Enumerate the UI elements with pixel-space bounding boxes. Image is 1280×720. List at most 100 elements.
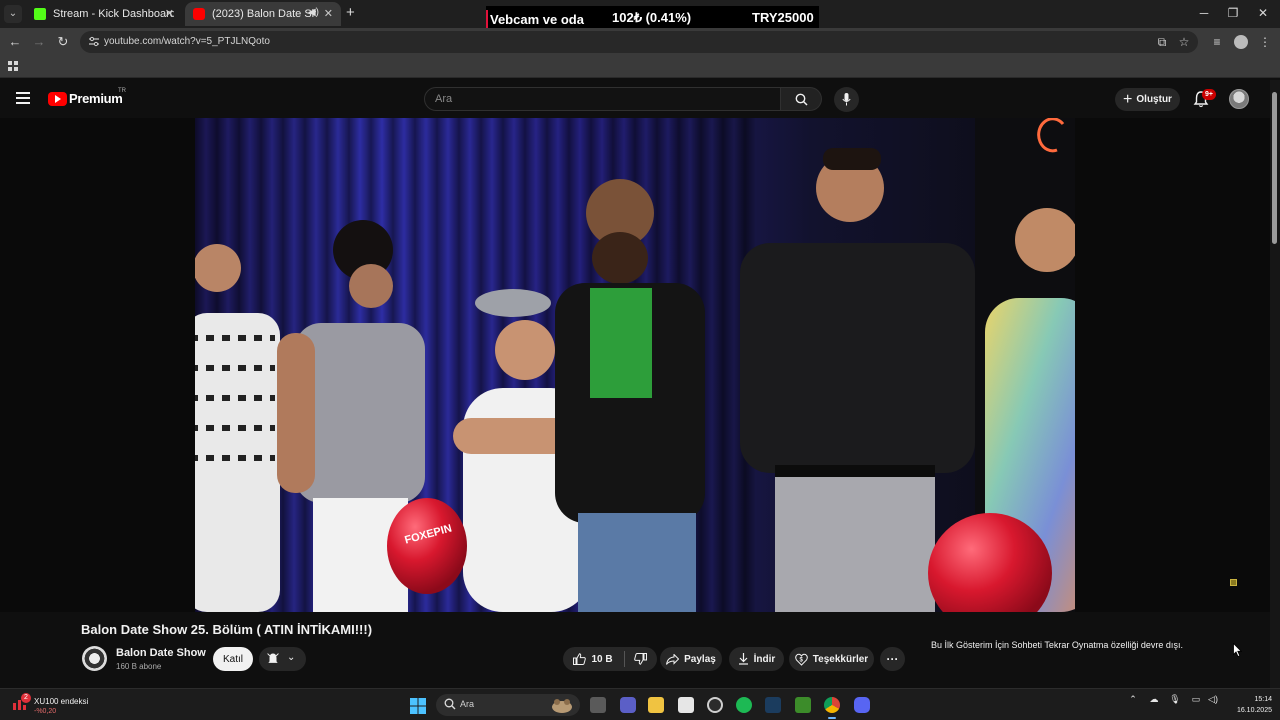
forward-button[interactable]: → bbox=[31, 35, 47, 49]
search-icon bbox=[444, 698, 456, 710]
subscription-bell-button[interactable]: ⌄ bbox=[259, 647, 306, 671]
youtube-header: Premium TR + Oluştur 9+ bbox=[0, 80, 1270, 118]
youtube-play-icon bbox=[48, 91, 67, 106]
widget-index-change: -%0,20 bbox=[34, 708, 57, 715]
more-actions-button[interactable]: ··· bbox=[880, 647, 905, 671]
minecraft-icon[interactable] bbox=[795, 697, 811, 713]
tab-youtube-video[interactable]: (2023) Balon Date Show 25. ◀) ✕ bbox=[185, 2, 341, 26]
chrome-menu-icon[interactable]: ⋮ bbox=[1258, 35, 1272, 49]
bell-icon bbox=[267, 653, 279, 663]
like-count[interactable]: 10 B bbox=[591, 654, 612, 665]
thumbs-down-icon[interactable] bbox=[633, 653, 647, 665]
teams-icon[interactable] bbox=[620, 697, 636, 713]
plus-icon: + bbox=[1123, 90, 1133, 108]
divider bbox=[623, 651, 625, 667]
system-clock[interactable]: 15:14 16.10.2025 bbox=[1228, 694, 1272, 716]
chrome-icon[interactable] bbox=[824, 697, 840, 719]
install-app-icon[interactable]: ⧉ bbox=[1155, 35, 1169, 49]
thumbs-up-icon[interactable] bbox=[573, 653, 587, 665]
tab-kick-dashboard[interactable]: Stream - Kick Dashboard ✕ bbox=[26, 2, 182, 26]
thanks-button[interactable]: $ Teşekkürler bbox=[789, 647, 874, 671]
bookmarks-bar bbox=[0, 56, 1280, 78]
tab-title: Stream - Kick Dashboard bbox=[53, 8, 174, 20]
tab-title: (2023) Balon Date Show 25. bbox=[212, 8, 316, 20]
network-icon[interactable]: ▭ bbox=[1189, 694, 1203, 705]
close-window-button[interactable]: ✕ bbox=[1253, 6, 1273, 20]
extension-badge-icon bbox=[1230, 579, 1237, 586]
country-code: TR bbox=[118, 88, 126, 94]
create-label: Oluştur bbox=[1136, 94, 1172, 105]
chevron-down-icon: ⌄ bbox=[287, 652, 296, 663]
discord-icon[interactable] bbox=[854, 697, 870, 713]
youtube-premium-logo[interactable]: Premium TR bbox=[48, 88, 126, 106]
guide-menu-icon[interactable] bbox=[16, 92, 30, 104]
bookmark-star-icon[interactable]: ☆ bbox=[1177, 35, 1191, 49]
notification-count-badge: 9+ bbox=[1202, 89, 1216, 100]
page-scrollbar-thumb[interactable] bbox=[1272, 92, 1277, 244]
search-box bbox=[424, 87, 781, 111]
windows-start-icon[interactable] bbox=[410, 698, 426, 714]
video-player[interactable]: FOXEPIN bbox=[0, 118, 1270, 612]
subscriber-count: 160 B abone bbox=[116, 662, 162, 671]
share-button[interactable]: Paylaş bbox=[660, 647, 722, 671]
close-tab-icon[interactable]: ✕ bbox=[165, 7, 174, 20]
clock-time: 15:14 bbox=[1254, 696, 1272, 703]
download-icon bbox=[738, 653, 748, 665]
steam-icon[interactable] bbox=[765, 697, 781, 713]
browser-toolbar: ← → ↻ youtube.com/watch?v=5_PTJLNQoto ⧉ … bbox=[0, 28, 1280, 56]
account-avatar[interactable] bbox=[1229, 89, 1249, 109]
close-tab-icon[interactable]: ✕ bbox=[324, 7, 333, 20]
channel-avatar[interactable] bbox=[82, 646, 107, 671]
maximize-window-button[interactable]: ❐ bbox=[1223, 6, 1243, 20]
taskbar-search-placeholder: Ara bbox=[460, 699, 475, 709]
volume-icon[interactable]: ◁) bbox=[1206, 694, 1220, 705]
youtube-favicon-icon bbox=[193, 8, 205, 20]
super-thanks-icon: $ bbox=[795, 653, 808, 666]
spotify-icon[interactable] bbox=[736, 697, 752, 713]
goal-progress: 102₺ (0.41%) bbox=[612, 10, 692, 25]
address-bar[interactable]: youtube.com/watch?v=5_PTJLNQoto bbox=[80, 31, 1198, 53]
kick-favicon-icon bbox=[34, 8, 46, 20]
onedrive-icon[interactable]: ☁ bbox=[1147, 694, 1161, 705]
clock-date: 16.10.2025 bbox=[1236, 707, 1272, 714]
widget-index-name: XU100 endeksi bbox=[34, 697, 89, 706]
show-hidden-icons-chevron-icon[interactable]: ⌃ bbox=[1126, 694, 1140, 705]
share-arrow-icon bbox=[666, 653, 680, 665]
create-button[interactable]: + Oluştur bbox=[1115, 88, 1180, 111]
goal-target: TRY25000 bbox=[752, 10, 814, 25]
minimize-window-button[interactable]: ─ bbox=[1194, 6, 1214, 20]
back-button[interactable]: ← bbox=[7, 35, 23, 49]
thanks-label: Teşekkürler bbox=[812, 653, 869, 665]
video-title: Balon Date Show 25. Bölüm ( ATIN İNTİKAM… bbox=[81, 622, 373, 637]
url-text: youtube.com/watch?v=5_PTJLNQoto bbox=[104, 36, 270, 47]
chat-replay-disabled-notice: Bu İlk Gösterim İçin Sohbeti Tekrar Oyna… bbox=[931, 640, 1183, 650]
windows-taskbar: 2 XU100 endeksi -%0,20 Ara ⌃ ☁ 🎙 ▭ ◁) 15… bbox=[0, 688, 1280, 720]
download-button[interactable]: İndir bbox=[729, 647, 784, 671]
profile-icon[interactable] bbox=[1234, 35, 1248, 49]
search-input[interactable] bbox=[435, 92, 765, 106]
task-view-icon[interactable] bbox=[590, 697, 606, 713]
site-settings-icon[interactable] bbox=[88, 36, 100, 47]
microphone-icon bbox=[842, 93, 851, 106]
search-highlight-icon bbox=[552, 699, 572, 713]
audio-playing-icon[interactable]: ◀) bbox=[308, 7, 319, 18]
svg-text:$: $ bbox=[799, 657, 803, 663]
video-frame[interactable]: FOXEPIN bbox=[195, 118, 1075, 612]
join-button[interactable]: Katıl bbox=[213, 647, 253, 671]
apps-grid-icon[interactable] bbox=[8, 61, 18, 71]
stock-widget[interactable]: 2 XU100 endeksi -%0,20 bbox=[12, 693, 122, 717]
microphone-tray-icon[interactable]: 🎙 bbox=[1168, 694, 1182, 705]
github-desktop-icon[interactable] bbox=[707, 697, 723, 713]
media-controls-icon[interactable]: ≡ bbox=[1210, 35, 1224, 49]
channel-name[interactable]: Balon Date Show bbox=[116, 647, 206, 659]
taskbar-search-box[interactable]: Ara bbox=[436, 694, 580, 716]
search-button[interactable] bbox=[781, 87, 822, 111]
new-tab-button[interactable]: + bbox=[346, 5, 355, 20]
tab-search-button[interactable]: ⌄ bbox=[4, 5, 22, 23]
reload-button[interactable]: ↻ bbox=[55, 35, 71, 49]
microsoft-store-icon[interactable] bbox=[678, 697, 694, 713]
download-label: İndir bbox=[753, 653, 776, 665]
voice-search-button[interactable] bbox=[834, 87, 859, 112]
file-explorer-icon[interactable] bbox=[648, 697, 664, 713]
share-label: Paylaş bbox=[684, 653, 716, 665]
